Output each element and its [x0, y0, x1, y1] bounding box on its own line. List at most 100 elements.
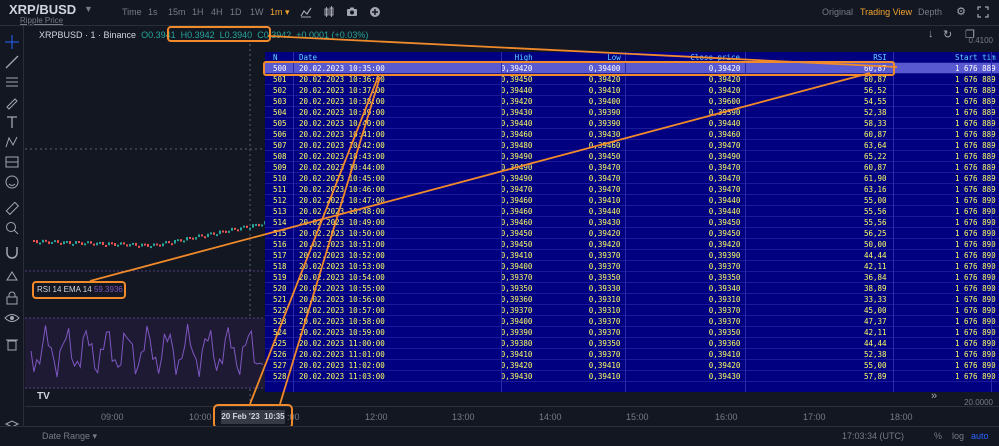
table-row[interactable]: 511 20.02.2023 10:46:00 0,39470 0,39470 0,39…	[265, 184, 999, 195]
table-cell: 0,39390	[708, 251, 741, 260]
table-row[interactable]: 528 20.02.2023 11:03:00 0,39430 0,39410 0,39…	[265, 371, 999, 382]
candle	[231, 227, 233, 231]
table-cell: 58,33	[864, 119, 887, 128]
table-cell: 0,39350	[588, 273, 621, 282]
brush-icon[interactable]	[4, 94, 20, 110]
table-row[interactable]: 507 20.02.2023 10:42:00 0,39480 0,39460 0,39…	[265, 140, 999, 151]
emoji-icon[interactable]	[4, 174, 20, 190]
table-row[interactable]: 523 20.02.2023 10:58:00 0,39400 0,39370 0,39…	[265, 316, 999, 327]
table-cell: 20.02.2023 10:41:00	[299, 130, 385, 139]
table-cell: 20.02.2023 10:56:00	[299, 295, 385, 304]
rsi-legend[interactable]: RSI 14 EMA 14 59.3936	[32, 281, 126, 299]
table-row[interactable]: 508 20.02.2023 10:43:00 0,39490 0,39450 0,39…	[265, 151, 999, 162]
symbol-title[interactable]: XRP/BUSD	[9, 2, 76, 17]
table-cell: 510	[273, 174, 287, 183]
tab-depth[interactable]: Depth	[918, 7, 942, 17]
candle	[126, 244, 128, 247]
copy-icon[interactable]: ❐	[965, 28, 975, 41]
plus-circle-icon[interactable]	[369, 6, 381, 18]
table-cell: 0,39490	[708, 152, 741, 161]
table-row[interactable]: 526 20.02.2023 11:01:00 0,39410 0,39370 0,39…	[265, 349, 999, 360]
candle	[216, 234, 218, 237]
measure-icon[interactable]	[4, 154, 20, 170]
table-row[interactable]: 515 20.02.2023 10:50:00 0,39450 0,39420 0,39…	[265, 228, 999, 239]
table-row[interactable]: 517 20.02.2023 10:52:00 0,39410 0,39370 0,39…	[265, 250, 999, 261]
timeframe-4h[interactable]: 4H	[211, 7, 223, 17]
ruler-icon[interactable]	[4, 200, 20, 216]
percent-toggle[interactable]: %	[934, 431, 942, 441]
candle	[222, 230, 224, 233]
fullscreen-icon[interactable]	[977, 6, 989, 18]
date-range-button[interactable]: Date Range ▾	[42, 431, 97, 442]
table-row[interactable]: 506 20.02.2023 10:41:00 0,39460 0,39430 0,39…	[265, 129, 999, 140]
table-cell: 56,52	[864, 86, 887, 95]
lock-drawing-icon[interactable]	[4, 268, 20, 284]
horizontal-lines-icon[interactable]	[4, 74, 20, 90]
indicator-chart-icon[interactable]	[300, 6, 312, 18]
lock-icon[interactable]	[4, 290, 20, 306]
log-toggle[interactable]: log	[952, 431, 964, 441]
table-row[interactable]: 519 20.02.2023 10:54:00 0,39370 0,39350 0,39…	[265, 272, 999, 283]
table-row[interactable]: 527 20.02.2023 11:02:00 0,39420 0,39410 0,39…	[265, 360, 999, 371]
table-cell: 20.02.2023 10:45:00	[299, 174, 385, 183]
magnet-icon[interactable]	[4, 244, 20, 260]
timeframe-1s[interactable]: 1s	[148, 7, 158, 17]
table-cell: 0,39430	[708, 372, 741, 381]
crosshair-icon[interactable]	[4, 34, 20, 50]
table-row[interactable]: 502 20.02.2023 10:37:00 0,39440 0,39410 0,39…	[265, 85, 999, 96]
table-cell: 0,39360	[708, 339, 741, 348]
table-cell: 0,39460	[588, 141, 621, 150]
table-row[interactable]: 509 20.02.2023 10:44:00 0,39490 0,39470 0,39…	[265, 162, 999, 173]
table-row[interactable]: 504 20.02.2023 10:39:00 0,39430 0,39390 0,39…	[265, 107, 999, 118]
table-row[interactable]: 518 20.02.2023 10:53:00 0,39400 0,39370 0,39…	[265, 261, 999, 272]
table-cell: 1 676 889 360 00	[955, 75, 999, 84]
text-icon[interactable]	[4, 114, 20, 130]
table-cell: 504	[273, 108, 287, 117]
table-row[interactable]: 505 20.02.2023 10:40:00 0,39440 0,39390 0,39…	[265, 118, 999, 129]
ripple-price-link[interactable]: Ripple Price	[20, 16, 63, 25]
table-cell: 0,39600	[708, 97, 741, 106]
settings-icon[interactable]: ⚙	[955, 6, 967, 18]
candle	[108, 242, 110, 246]
candle	[141, 243, 143, 247]
camera-icon[interactable]	[346, 6, 358, 18]
table-cell: 1 676 890 800 00	[955, 339, 999, 348]
table-cell: 20.02.2023 10:37:00	[299, 86, 385, 95]
timeframe-1m[interactable]: 1m ▾	[270, 7, 290, 18]
pattern-icon[interactable]	[4, 134, 20, 150]
table-cell: 38,89	[864, 284, 887, 293]
arrow-down-icon[interactable]: ↓	[928, 28, 934, 40]
tab-trading-view[interactable]: Trading View	[860, 7, 912, 17]
zoom-in-icon[interactable]	[4, 220, 20, 236]
table-cell: 0,39470	[588, 174, 621, 183]
timeframe-time[interactable]: Time	[122, 7, 142, 17]
candle	[162, 243, 164, 247]
trash-icon[interactable]	[4, 336, 20, 352]
table-row[interactable]: 503 20.02.2023 10:38:00 0,39420 0,39400 0,39…	[265, 96, 999, 107]
table-row[interactable]: 512 20.02.2023 10:47:00 0,39460 0,39410 0,39…	[265, 195, 999, 206]
candles-icon[interactable]	[323, 6, 335, 18]
timeframe-1d[interactable]: 1D	[230, 7, 242, 17]
chevron-down-icon[interactable]: ▼	[84, 4, 93, 14]
table-row[interactable]: 516 20.02.2023 10:51:00 0,39450 0,39420 0,39…	[265, 239, 999, 250]
time-axis[interactable]: 09:00 10:00 12:00 13:00 14:00 15:00 16:0…	[25, 404, 999, 429]
timeframe-1h[interactable]: 1H	[192, 7, 204, 17]
table-row[interactable]: 522 20.02.2023 10:57:00 0,39370 0,39310 0,39…	[265, 305, 999, 316]
table-cell: 0,39410	[588, 196, 621, 205]
auto-toggle[interactable]: auto	[971, 431, 989, 441]
table-row[interactable]: 520 20.02.2023 10:55:00 0,39350 0,39330 0,39…	[265, 283, 999, 294]
eye-icon[interactable]	[4, 310, 20, 326]
tab-original[interactable]: Original	[822, 7, 853, 17]
table-row[interactable]: 521 20.02.2023 10:56:00 0,39360 0,39310 0,39…	[265, 294, 999, 305]
table-row[interactable]: 510 20.02.2023 10:45:00 0,39490 0,39470 0,39…	[265, 173, 999, 184]
table-row[interactable]: 513 20.02.2023 10:48:00 0,39460 0,39440 0,39…	[265, 206, 999, 217]
candle	[48, 241, 50, 244]
refresh-icon[interactable]: ↻	[943, 28, 952, 41]
table-row[interactable]: 524 20.02.2023 10:59:00 0,39390 0,39370 0,39…	[265, 327, 999, 338]
timeframe-1w[interactable]: 1W	[250, 7, 264, 17]
trend-line-icon[interactable]	[4, 54, 20, 70]
table-row[interactable]: 525 20.02.2023 11:00:00 0,39380 0,39350 0,39…	[265, 338, 999, 349]
timeframe-15m[interactable]: 15m	[168, 7, 186, 17]
candle	[189, 236, 191, 239]
table-row[interactable]: 514 20.02.2023 10:49:00 0,39460 0,39430 0,39…	[265, 217, 999, 228]
